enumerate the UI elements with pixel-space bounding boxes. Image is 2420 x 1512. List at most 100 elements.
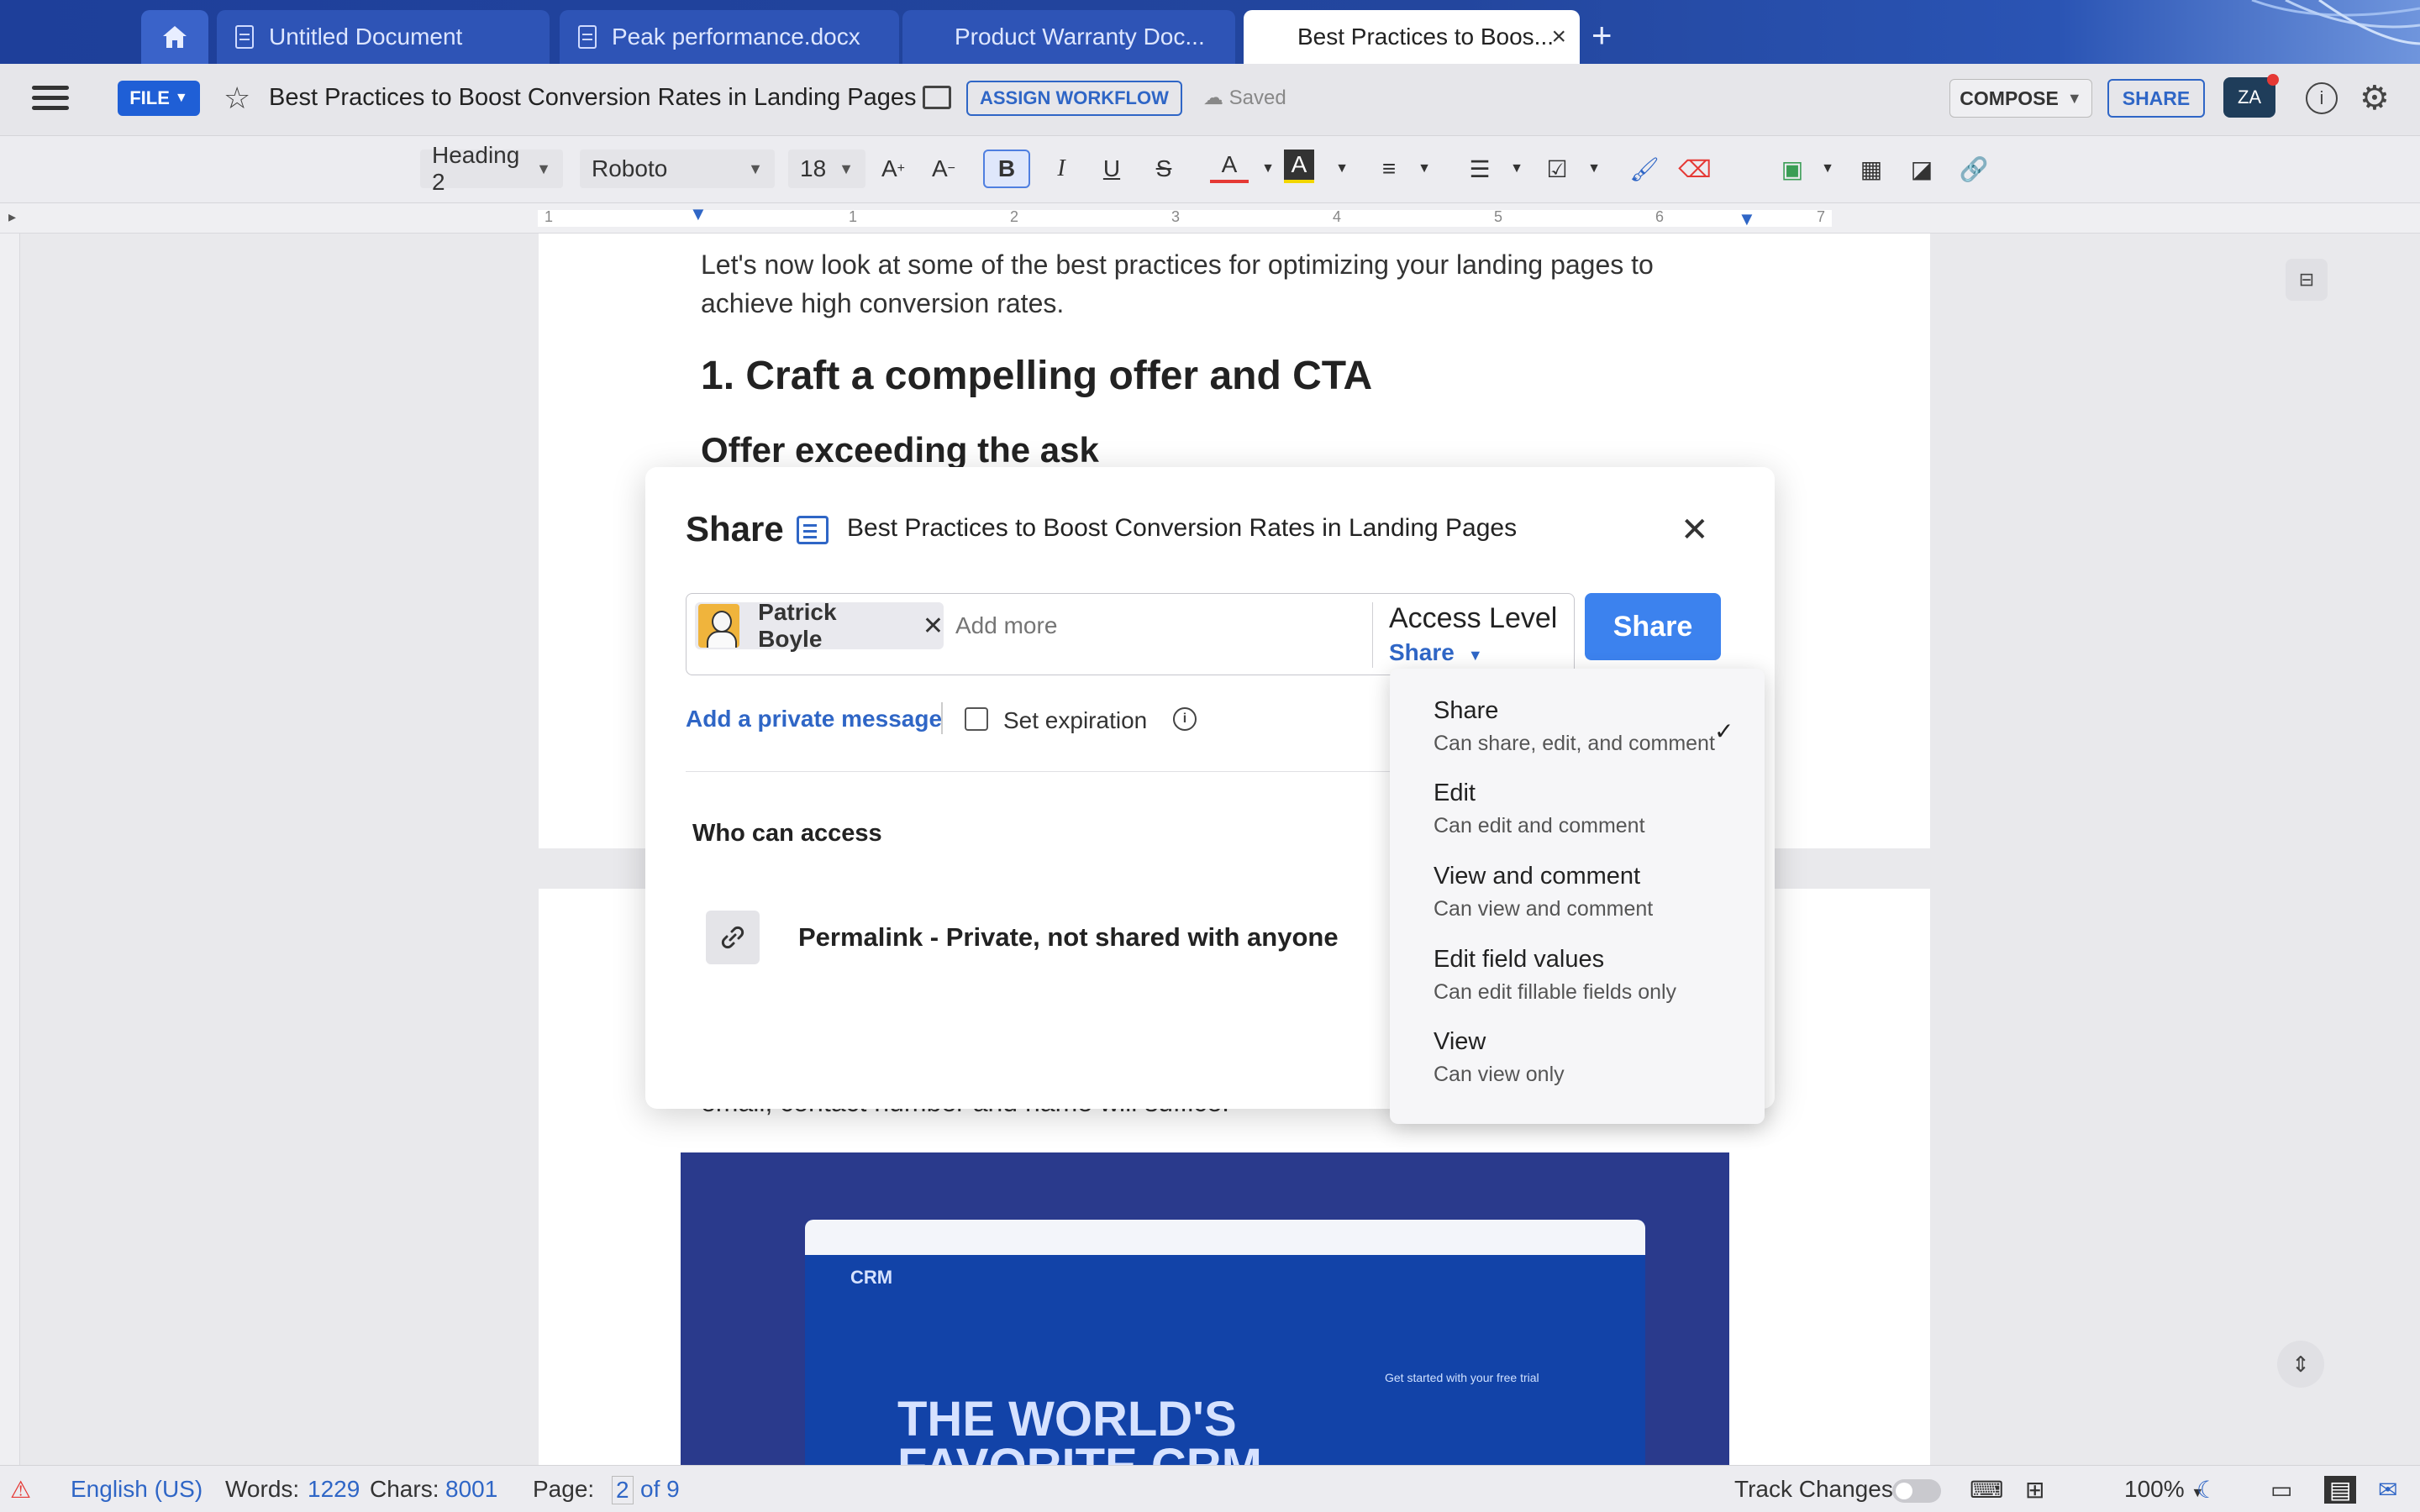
tab-product-warranty[interactable]: Product Warranty Doc... (902, 10, 1235, 64)
right-indent-marker[interactable]: ▼ (1738, 208, 1756, 230)
format-painter-icon[interactable]: 🖌 (1625, 150, 1664, 188)
words-label: Words: (225, 1476, 300, 1502)
file-menu-button[interactable]: FILE ▼ (118, 81, 200, 116)
home-tab[interactable] (141, 10, 208, 64)
language-selector[interactable]: English (US) (71, 1476, 203, 1503)
add-private-message-link[interactable]: Add a private message (686, 706, 942, 732)
bold-icon[interactable]: B (983, 150, 1030, 188)
checklist-caret-icon[interactable]: ▼ (1575, 150, 1613, 188)
clear-format-icon[interactable]: ⌫ (1676, 150, 1714, 188)
ruler-mark: 4 (1333, 208, 1342, 225)
font-family-select[interactable]: Roboto ▼ (580, 150, 775, 188)
mail-icon[interactable]: ✉ (2378, 1476, 2397, 1504)
insert-link-icon[interactable]: 🔗 (1954, 150, 1993, 188)
insert-shape-icon[interactable]: ◪ (1902, 150, 1941, 188)
highlight-color-icon[interactable]: A (1284, 150, 1314, 183)
option-title: Edit (1434, 780, 1476, 806)
bullet-list-icon[interactable]: ☰ (1460, 150, 1499, 188)
recipient-field[interactable]: Patrick Boyle ✕ Access Level Share▼ (686, 593, 1575, 675)
crm-screenshot-image[interactable]: CRM Get started with your free trial THE… (681, 1152, 1729, 1497)
access-option-edit-field-values[interactable]: Edit field values Can edit fillable fiel… (1434, 946, 1676, 1005)
ruler-mark: 6 (1655, 208, 1665, 225)
share-header-button[interactable]: SHARE (2107, 79, 2205, 118)
recipient-chip[interactable]: Patrick Boyle ✕ (695, 599, 944, 652)
page-fit-icon[interactable]: ⊞ (2025, 1476, 2044, 1504)
access-option-edit[interactable]: Edit Can edit and comment (1434, 780, 1645, 838)
ruler-mark: 7 (1817, 208, 1826, 225)
set-expiration-label[interactable]: Set expiration (1003, 707, 1147, 734)
tab-best-practices[interactable]: Best Practices to Boos... × (1244, 10, 1580, 64)
assign-workflow-button[interactable]: ASSIGN WORKFLOW (966, 81, 1182, 116)
night-mode-icon[interactable]: ☾ (2196, 1476, 2217, 1504)
tab-label: Peak performance.docx (612, 24, 860, 50)
error-report-icon[interactable]: ⚠ (10, 1476, 31, 1504)
layout-panel-icon[interactable]: ⊟ (2286, 259, 2328, 301)
body-paragraph[interactable]: Let's now look at some of the best pract… (701, 245, 1734, 323)
chain-link-icon (721, 926, 744, 949)
info-icon[interactable]: i (2306, 82, 2338, 114)
access-level-select[interactable]: Share ▼ (1389, 639, 1483, 666)
share-submit-button[interactable]: Share (1585, 593, 1721, 660)
insert-image-icon[interactable]: ▣ (1773, 150, 1812, 188)
left-indent-marker[interactable]: ▼ (689, 203, 708, 225)
divider (941, 702, 943, 734)
italic-icon[interactable]: I (1042, 150, 1081, 188)
align-caret-icon[interactable]: ▼ (1405, 150, 1444, 188)
checklist-icon[interactable]: ☑ (1538, 150, 1576, 188)
access-option-share[interactable]: Share Can share, edit, and comment (1434, 697, 1715, 756)
new-tab-icon[interactable]: + (1591, 15, 1612, 55)
strikethrough-icon[interactable]: S (1144, 150, 1183, 188)
close-tab-icon[interactable]: × (1551, 23, 1566, 51)
crm-site-nav (805, 1220, 1645, 1255)
option-description: Can share, edit, and comment (1434, 732, 1715, 755)
decrease-font-icon[interactable]: A − (924, 150, 963, 188)
link-icon[interactable] (706, 911, 760, 964)
document-share-icon (797, 516, 829, 544)
star-icon[interactable]: ☆ (224, 81, 250, 116)
image-caret-icon[interactable]: ▼ (1808, 150, 1847, 188)
folder-icon[interactable] (923, 86, 951, 109)
chars-label: Chars: (370, 1476, 439, 1502)
insert-table-icon[interactable]: ▦ (1852, 150, 1891, 188)
tab-untitled-document[interactable]: Untitled Document (217, 10, 550, 64)
underline-icon[interactable]: U (1092, 150, 1131, 188)
zia-assistant-button[interactable]: ZA (2223, 74, 2279, 118)
checkmark-icon: ✓ (1714, 718, 1734, 744)
heading-2[interactable]: Offer exceeding the ask (701, 430, 1099, 470)
gear-icon[interactable]: ⚙ (2360, 79, 2390, 118)
list-caret-icon[interactable]: ▼ (1497, 150, 1536, 188)
document-icon (235, 25, 254, 49)
font-color-caret-icon[interactable]: ▼ (1249, 150, 1287, 188)
close-icon[interactable]: ✕ (1681, 511, 1709, 549)
zoom-select[interactable]: 100% ▼ (2124, 1476, 2204, 1503)
page-label: Page: (533, 1476, 595, 1502)
compose-button[interactable]: COMPOSE ▼ (1949, 79, 2092, 118)
page-number-input[interactable]: 2 (612, 1476, 634, 1504)
font-color-icon[interactable]: A (1210, 150, 1249, 183)
collapse-toolbar-icon[interactable]: ⇕ (2277, 1341, 2324, 1388)
track-changes-toggle[interactable] (1892, 1479, 1941, 1503)
app-header: FILE ▼ ☆ Best Practices to Boost Conversi… (0, 64, 2420, 136)
print-layout-icon[interactable]: ▭ (2270, 1476, 2292, 1504)
home-icon (163, 26, 187, 48)
increase-font-icon[interactable]: A + (874, 150, 913, 188)
keyboard-icon[interactable]: ⌨ (1970, 1476, 2003, 1504)
tab-peak-performance[interactable]: Peak performance.docx (560, 10, 899, 64)
set-expiration-checkbox[interactable] (965, 707, 988, 731)
ruler-toggle-icon[interactable]: ▸ (8, 208, 16, 226)
access-level-dropdown: Share Can share, edit, and comment ✓ Edi… (1390, 669, 1765, 1124)
access-option-view-and-comment[interactable]: View and comment Can view and comment (1434, 863, 1653, 921)
recipient-name: Patrick Boyle (758, 599, 837, 652)
access-option-view[interactable]: View Can view only (1434, 1028, 1565, 1087)
font-size-select[interactable]: 18 ▼ (788, 150, 865, 188)
add-more-input[interactable] (955, 612, 1325, 639)
menu-icon[interactable] (32, 86, 69, 114)
info-icon[interactable]: i (1173, 707, 1197, 731)
remove-recipient-icon[interactable]: ✕ (923, 612, 944, 641)
web-layout-icon[interactable]: ▤ (2324, 1476, 2357, 1504)
document-title[interactable]: Best Practices to Boost Conversion Rates… (269, 84, 917, 112)
highlight-caret-icon[interactable]: ▼ (1323, 150, 1361, 188)
align-left-icon[interactable]: ≡ (1370, 150, 1408, 188)
paragraph-style-select[interactable]: Heading 2 ▼ (420, 142, 563, 195)
heading-1[interactable]: 1. Craft a compelling offer and CTA (701, 353, 1372, 399)
